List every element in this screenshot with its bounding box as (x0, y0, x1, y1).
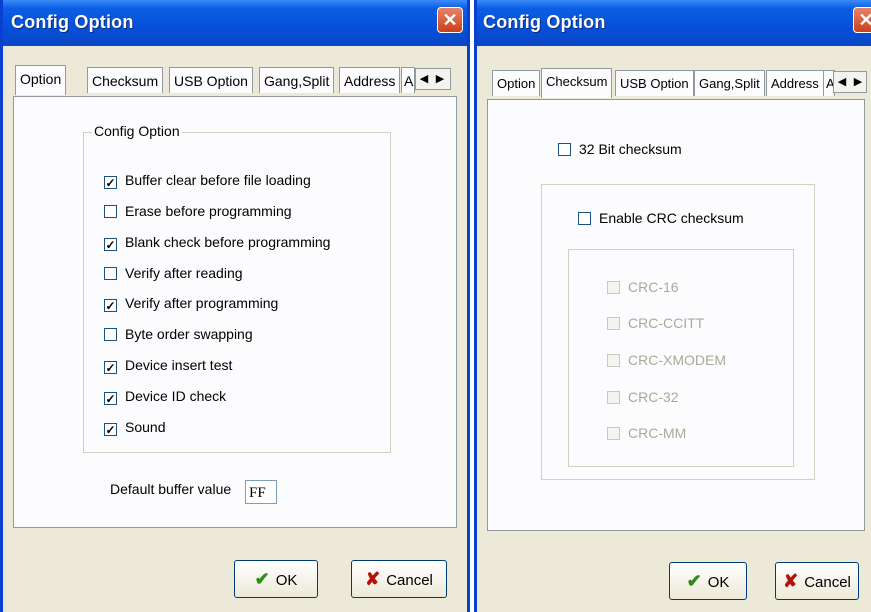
tab-truncated[interactable]: A (401, 67, 415, 93)
checkmark-icon: ✔ (686, 571, 702, 591)
close-icon: ✕ (442, 10, 458, 30)
config-option-group: Config Option ✓ Buffer clear before file … (83, 123, 391, 453)
title-bar: Config Option ✕ (3, 0, 467, 46)
option-verify-programming[interactable]: ✓ Verify after programming (104, 294, 278, 312)
tab-gang-split[interactable]: Gang,Split (259, 67, 335, 93)
crc-16-option[interactable]: CRC-16 (607, 278, 679, 296)
checksum-32bit[interactable]: 32 Bit checksum (558, 140, 682, 158)
option-verify-reading[interactable]: Verify after reading (104, 264, 243, 282)
tab-option[interactable]: Option (15, 65, 67, 95)
option-buffer-clear[interactable]: ✓ Buffer clear before file loading (104, 171, 311, 189)
checkbox[interactable]: ✓ (104, 176, 117, 189)
checkbox[interactable] (607, 354, 620, 367)
window-title: Config Option (483, 12, 606, 32)
option-panel: Config Option ✓ Buffer clear before file … (13, 96, 457, 528)
title-bar: Config Option ✕ (477, 0, 871, 46)
tab-scroll-buttons: ◀ ▶ (415, 68, 451, 90)
checksum-panel: 32 Bit checksum Enable CRC checksum CRC-… (487, 99, 865, 531)
checkbox[interactable]: ✓ (104, 299, 117, 312)
tab-address[interactable]: Address (339, 67, 401, 93)
close-button[interactable]: ✕ (437, 7, 463, 33)
tab-usb-option[interactable]: USB Option (615, 70, 694, 96)
crc-mm-option[interactable]: CRC-MM (607, 424, 686, 442)
x-icon: ✘ (783, 571, 799, 591)
tab-checksum[interactable]: Checksum (541, 68, 613, 98)
crc-32-option[interactable]: CRC-32 (607, 388, 679, 406)
checkmark-icon: ✔ (254, 569, 270, 589)
crc-group: Enable CRC checksum CRC-16 CRC-CCITT CRC… (541, 184, 815, 480)
x-icon: ✘ (365, 569, 381, 589)
arrow-right-icon[interactable]: ▶ (850, 72, 866, 92)
window-title: Config Option (11, 12, 134, 32)
checkbox[interactable]: ✓ (104, 392, 117, 405)
option-erase[interactable]: Erase before programming (104, 202, 292, 220)
cancel-button[interactable]: ✘ Cancel (351, 560, 447, 598)
checkbox[interactable] (104, 328, 117, 341)
checkbox[interactable] (578, 212, 591, 225)
tab-address[interactable]: Address (766, 70, 824, 96)
option-device-id[interactable]: ✓ Device ID check (104, 387, 226, 405)
checkbox[interactable] (558, 143, 571, 156)
tab-option[interactable]: Option (492, 70, 541, 96)
checkbox[interactable] (104, 267, 117, 280)
crc-ccitt-option[interactable]: CRC-CCITT (607, 314, 704, 332)
tab-usb-option[interactable]: USB Option (169, 67, 253, 93)
config-dialog-option: Config Option ✕ Option Checksum USB Opti… (0, 0, 470, 612)
arrow-right-icon[interactable]: ▶ (432, 69, 448, 89)
tab-checksum[interactable]: Checksum (87, 67, 164, 93)
close-button[interactable]: ✕ (853, 7, 871, 33)
enable-crc-checkbox[interactable]: Enable CRC checksum (578, 209, 744, 227)
buffer-value-input[interactable]: FF (245, 480, 277, 504)
tab-scroll-buttons: ◀ ▶ (833, 71, 867, 93)
checkbox[interactable] (104, 205, 117, 218)
close-icon: ✕ (858, 10, 871, 30)
option-insert-test[interactable]: ✓ Device insert test (104, 356, 232, 374)
option-byte-order[interactable]: Byte order swapping (104, 325, 253, 343)
ok-button[interactable]: ✔ OK (234, 560, 318, 598)
ok-button[interactable]: ✔ OK (669, 562, 747, 600)
arrow-left-icon[interactable]: ◀ (834, 72, 850, 92)
option-blank-check[interactable]: ✓ Blank check before programming (104, 233, 330, 251)
group-title: Config Option (92, 123, 182, 139)
checkbox[interactable]: ✓ (104, 361, 117, 374)
checkbox[interactable]: ✓ (104, 238, 117, 251)
cancel-button[interactable]: ✘ Cancel (775, 562, 859, 600)
tab-strip: Option Checksum USB Option Gang,Split Ad… (3, 65, 467, 97)
config-dialog-checksum: Config Option ✕ Option Checksum USB Opti… (474, 0, 871, 612)
checkbox[interactable] (607, 391, 620, 404)
checkbox[interactable] (607, 281, 620, 294)
tab-gang-split[interactable]: Gang,Split (694, 70, 765, 96)
buffer-value-label: Default buffer value (110, 481, 232, 497)
crc-options-group: CRC-16 CRC-CCITT CRC-XMODEM CRC-32 CRC-M… (568, 249, 794, 467)
arrow-left-icon[interactable]: ◀ (416, 69, 432, 89)
checkbox[interactable]: ✓ (104, 423, 117, 436)
checkbox[interactable] (607, 317, 620, 330)
option-sound[interactable]: ✓ Sound (104, 418, 165, 436)
tab-strip: Option Checksum USB Option Gang,Split Ad… (477, 68, 871, 100)
checkbox[interactable] (607, 427, 620, 440)
crc-xmodem-option[interactable]: CRC-XMODEM (607, 351, 726, 369)
